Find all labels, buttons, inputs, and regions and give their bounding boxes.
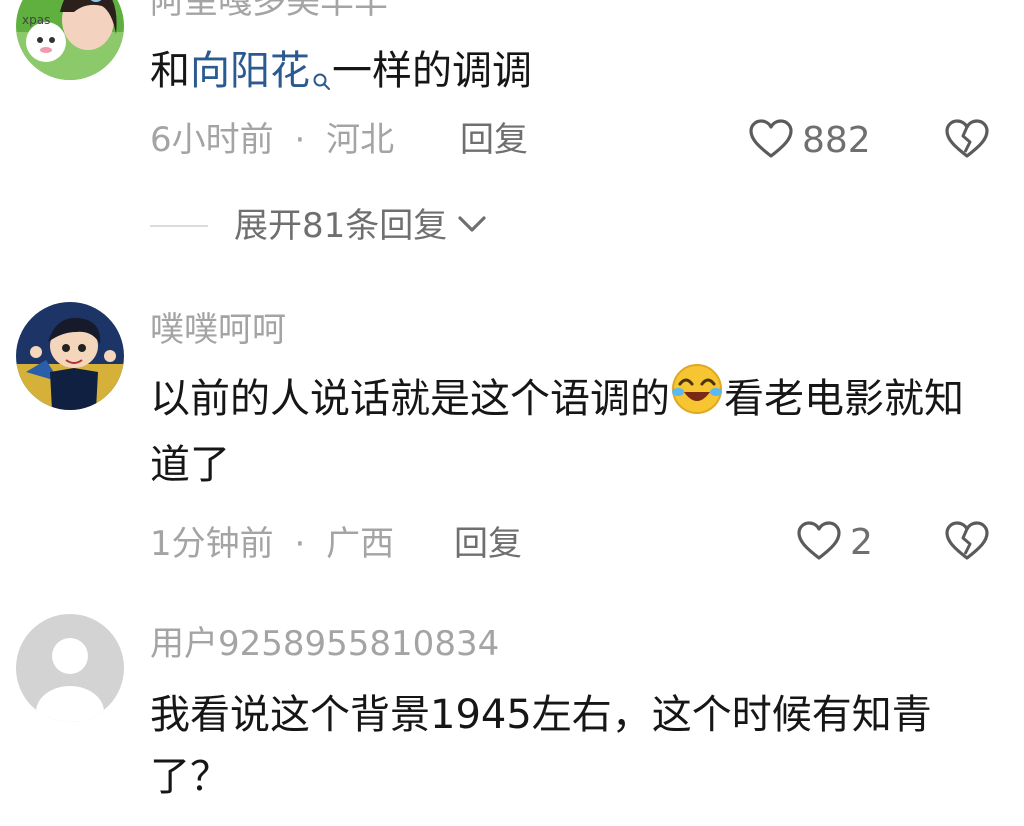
expand-replies-button[interactable]: 展开81条回复 [150, 206, 487, 246]
heart-icon [748, 118, 794, 164]
like-count: 2 [850, 522, 873, 563]
comment-meta: 1分钟前 · 广西 [150, 524, 394, 564]
meta-separator: · [294, 524, 306, 564]
comment-text-part: 一样的调调 [332, 48, 532, 94]
location: 广西 [326, 524, 395, 564]
svg-text:xpas: xpas [22, 13, 50, 27]
laughing-crying-emoji-icon [670, 362, 724, 434]
dislike-button[interactable] [944, 520, 990, 566]
username[interactable]: 用户9258955810834 [150, 624, 499, 664]
comment-text-part: 和 [150, 48, 190, 94]
like-count: 882 [802, 120, 871, 161]
username[interactable]: 阿呈嘎多美羊羊 [150, 0, 388, 22]
username[interactable]: 噗噗呵呵 [150, 310, 286, 350]
reply-button[interactable]: 回复 [454, 524, 522, 564]
timestamp: 1分钟前 [150, 524, 274, 564]
dislike-button[interactable] [944, 118, 990, 164]
comment-text-part: 以前的人说话就是这个语调的 [150, 376, 670, 422]
heart-icon [796, 520, 842, 566]
avatar[interactable] [16, 614, 124, 722]
topic-link[interactable]: 向阳花 [190, 48, 310, 94]
location: 河北 [326, 120, 395, 160]
reply-button[interactable]: 回复 [460, 120, 528, 160]
comment-text: 和向阳花 一样的调调 [150, 40, 980, 110]
chevron-down-icon [457, 214, 487, 238]
broken-heart-icon [944, 521, 990, 566]
like-button[interactable]: 2 [796, 520, 873, 566]
broken-heart-icon [944, 119, 990, 164]
comment-text: 我看说这个背景1945左右，这个时候有知青了？ [150, 692, 932, 800]
comment-text: 以前的人说话就是这个语调的 看老电影就知道了 [150, 364, 980, 496]
avatar[interactable]: xpas [16, 0, 124, 80]
divider [150, 225, 208, 227]
like-button[interactable]: 882 [748, 118, 871, 164]
expand-replies-label: 展开81条回复 [234, 206, 448, 246]
comment-meta: 6小时前 · 河北 [150, 120, 394, 160]
avatar[interactable] [16, 302, 124, 410]
search-icon [312, 48, 332, 110]
meta-separator: · [294, 120, 306, 160]
timestamp: 6小时前 [150, 120, 274, 160]
